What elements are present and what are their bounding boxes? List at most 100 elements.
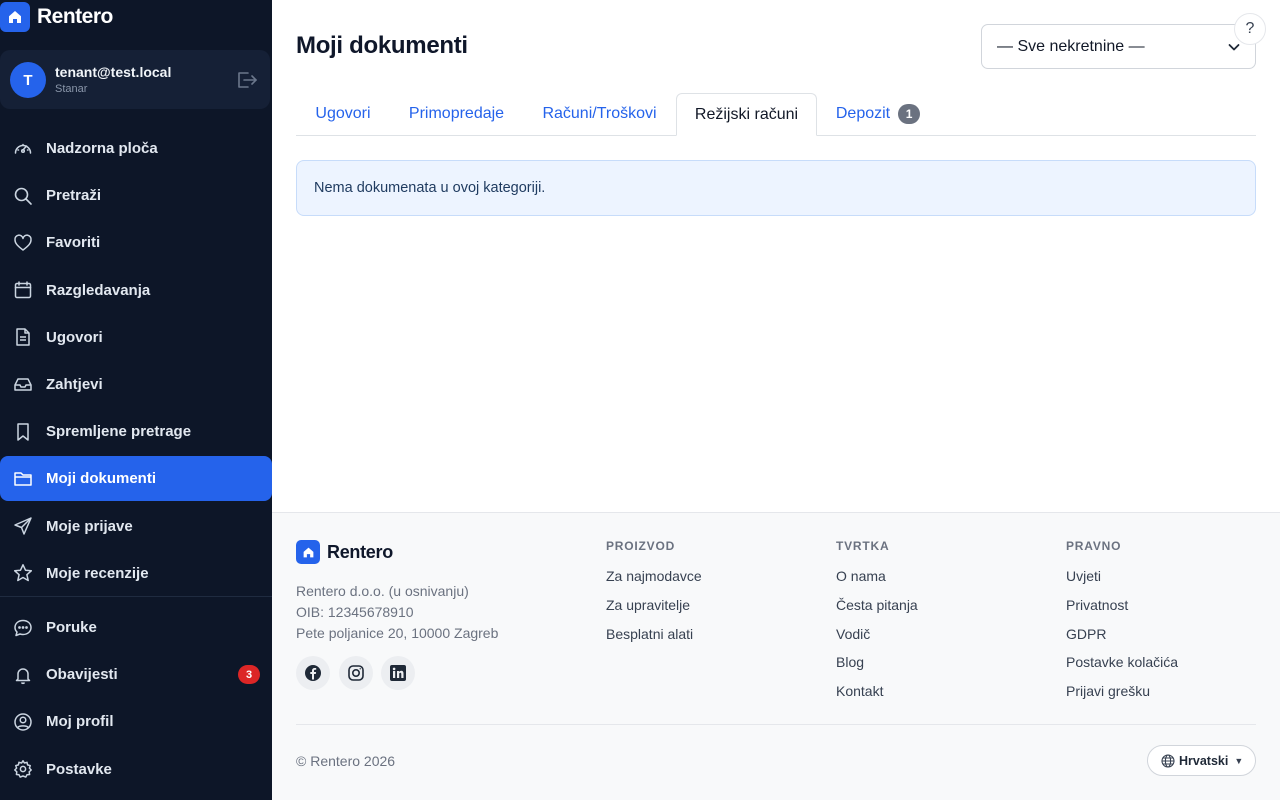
- language-selector[interactable]: Hrvatski ▼: [1147, 745, 1256, 776]
- caret-down-icon: ▼: [1234, 755, 1244, 766]
- tab-label: Ugovori: [315, 105, 371, 122]
- footer-divider: [296, 724, 1256, 725]
- footer-link[interactable]: Privatnost: [1066, 591, 1178, 620]
- home-icon: [0, 2, 30, 32]
- sidebar-nav-secondary: Poruke Obavijesti 3 Moj profil Postavke: [0, 605, 272, 794]
- sidebar-item-label: Poruke: [46, 619, 97, 636]
- dashboard-icon: [12, 138, 34, 160]
- avatar: T: [10, 62, 46, 98]
- tab-handovers[interactable]: Primopredaje: [390, 93, 523, 135]
- sidebar-item-label: Favoriti: [46, 234, 101, 252]
- instagram-icon: [347, 665, 364, 681]
- footer-link[interactable]: Za najmodavce: [606, 562, 702, 591]
- footer-link[interactable]: Česta pitanja: [836, 591, 918, 620]
- empty-state-alert: Nema dokumenata u ovoj kategoriji.: [296, 160, 1256, 216]
- instagram-link[interactable]: [338, 656, 373, 690]
- sidebar-item-label: Zahtjevi: [46, 375, 103, 393]
- facebook-icon: [305, 665, 321, 681]
- footer-brand-name: Rentero: [327, 541, 393, 562]
- tab-deposit[interactable]: Depozit 1: [817, 93, 939, 135]
- footer-column-company: TVRTKA O nama Česta pitanja Vodič Blog K…: [836, 539, 918, 706]
- tab-label: Računi/Troškovi: [542, 105, 657, 122]
- footer-column-title: TVRTKA: [836, 539, 890, 553]
- facebook-link[interactable]: [296, 656, 330, 690]
- main-content: Moji dokumenti — Sve nekretnine — ? Ugov…: [272, 0, 1280, 512]
- sidebar-item-dashboard[interactable]: Nadzorna ploča: [0, 126, 272, 171]
- sidebar-item-saved-searches[interactable]: Spremljene pretrage: [0, 409, 272, 454]
- star-icon: [12, 562, 34, 584]
- logout-button[interactable]: [235, 69, 259, 91]
- footer-link[interactable]: Za upravitelje: [606, 591, 702, 620]
- inbox-icon: [12, 373, 34, 395]
- sidebar-item-favorites[interactable]: Favoriti: [0, 220, 272, 265]
- search-icon: [12, 185, 34, 207]
- tab-label: Depozit: [835, 105, 891, 122]
- footer-link[interactable]: Vodič: [836, 620, 918, 649]
- document-tabs: Ugovori Primopredaje Računi/Troškovi Rež…: [296, 93, 1256, 136]
- sidebar-item-label: Spremljene pretrage: [46, 423, 192, 441]
- bookmark-icon: [12, 421, 34, 443]
- footer-link[interactable]: O nama: [836, 562, 918, 591]
- language-label: Hrvatski: [1179, 753, 1229, 768]
- footer-link[interactable]: Prijavi grešku: [1066, 677, 1178, 706]
- footer-link[interactable]: GDPR: [1066, 620, 1178, 649]
- copyright: © Rentero 2026: [296, 753, 396, 769]
- company-address: Pete poljanice 20, 10000 Zagreb: [296, 625, 499, 641]
- tab-utility-bills[interactable]: Režijski računi: [676, 93, 817, 136]
- sidebar-item-my-documents[interactable]: Moji dokumenti: [0, 456, 272, 502]
- sidebar-item-my-applications[interactable]: Moje prijave: [0, 504, 272, 549]
- help-button[interactable]: ?: [1234, 13, 1266, 45]
- page-title: Moji dokumenti: [296, 32, 468, 59]
- brand[interactable]: Rentero: [0, 2, 113, 32]
- sidebar-item-notifications[interactable]: Obavijesti 3: [0, 652, 272, 697]
- linkedin-link[interactable]: [381, 656, 415, 690]
- footer-link[interactable]: Postavke kolačića: [1066, 648, 1178, 677]
- tab-badge: 1: [898, 104, 921, 124]
- logout-icon: [238, 72, 257, 88]
- chevron-down-icon: [1227, 40, 1241, 59]
- user-circle-icon: [12, 711, 34, 733]
- home-icon: [296, 540, 320, 564]
- sidebar-item-label: Obavijesti: [46, 666, 118, 684]
- footer-link[interactable]: Uvjeti: [1066, 562, 1178, 591]
- sidebar-item-messages[interactable]: Poruke: [0, 605, 272, 650]
- sidebar-item-viewings[interactable]: Razgledavanja: [0, 268, 272, 313]
- document-icon: [12, 326, 34, 348]
- sidebar-item-label: Ugovori: [46, 328, 103, 346]
- company-oib: OIB: 12345678910: [296, 604, 414, 620]
- user-card: T tenant@test.local Stanar: [0, 50, 270, 109]
- sidebar-item-label: Moje prijave: [46, 517, 133, 535]
- user-role: Stanar: [55, 83, 88, 95]
- property-select[interactable]: — Sve nekretnine —: [981, 24, 1256, 69]
- sidebar: Rentero T tenant@test.local Stanar Nadzo…: [0, 0, 272, 800]
- footer-column-product: PROIZVOD Za najmodavce Za upravitelje Be…: [606, 539, 702, 648]
- sidebar-item-contracts[interactable]: Ugovori: [0, 315, 272, 360]
- property-select-value: — Sve nekretnine —: [997, 37, 1145, 55]
- empty-state-message: Nema dokumenata u ovoj kategoriji.: [314, 180, 546, 196]
- sidebar-item-my-reviews[interactable]: Moje recenzije: [0, 551, 272, 596]
- sidebar-item-profile[interactable]: Moj profil: [0, 699, 272, 744]
- sidebar-item-label: Razgledavanja: [46, 281, 151, 299]
- footer: Rentero Rentero d.o.o. (u osnivanju) OIB…: [272, 512, 1280, 800]
- footer-link[interactable]: Besplatni alati: [606, 620, 702, 649]
- footer-link[interactable]: Kontakt: [836, 677, 918, 706]
- tab-invoices-expenses[interactable]: Računi/Troškovi: [523, 93, 676, 135]
- chat-icon: [12, 617, 34, 639]
- company-name: Rentero d.o.o. (u osnivanju): [296, 583, 469, 599]
- footer-column-legal: PRAVNO Uvjeti Privatnost GDPR Postavke k…: [1066, 539, 1178, 706]
- sidebar-item-label: Pretraži: [46, 187, 102, 205]
- tab-contracts[interactable]: Ugovori: [296, 93, 390, 135]
- footer-link[interactable]: Blog: [836, 648, 918, 677]
- sidebar-item-search[interactable]: Pretraži: [0, 173, 272, 218]
- social-links: [296, 656, 424, 690]
- tab-label: Primopredaje: [408, 105, 505, 122]
- sidebar-item-settings[interactable]: Postavke: [0, 747, 272, 792]
- globe-icon: [1161, 753, 1175, 768]
- bell-icon: [12, 664, 34, 686]
- sidebar-item-requests[interactable]: Zahtjevi: [0, 362, 272, 407]
- sidebar-nav: Nadzorna ploča Pretraži Favoriti Razgled…: [0, 126, 272, 598]
- sidebar-item-label: Moje recenzije: [46, 564, 149, 582]
- linkedin-icon: [390, 665, 406, 681]
- footer-brand[interactable]: Rentero: [296, 540, 393, 564]
- footer-column-title: PRAVNO: [1066, 539, 1122, 553]
